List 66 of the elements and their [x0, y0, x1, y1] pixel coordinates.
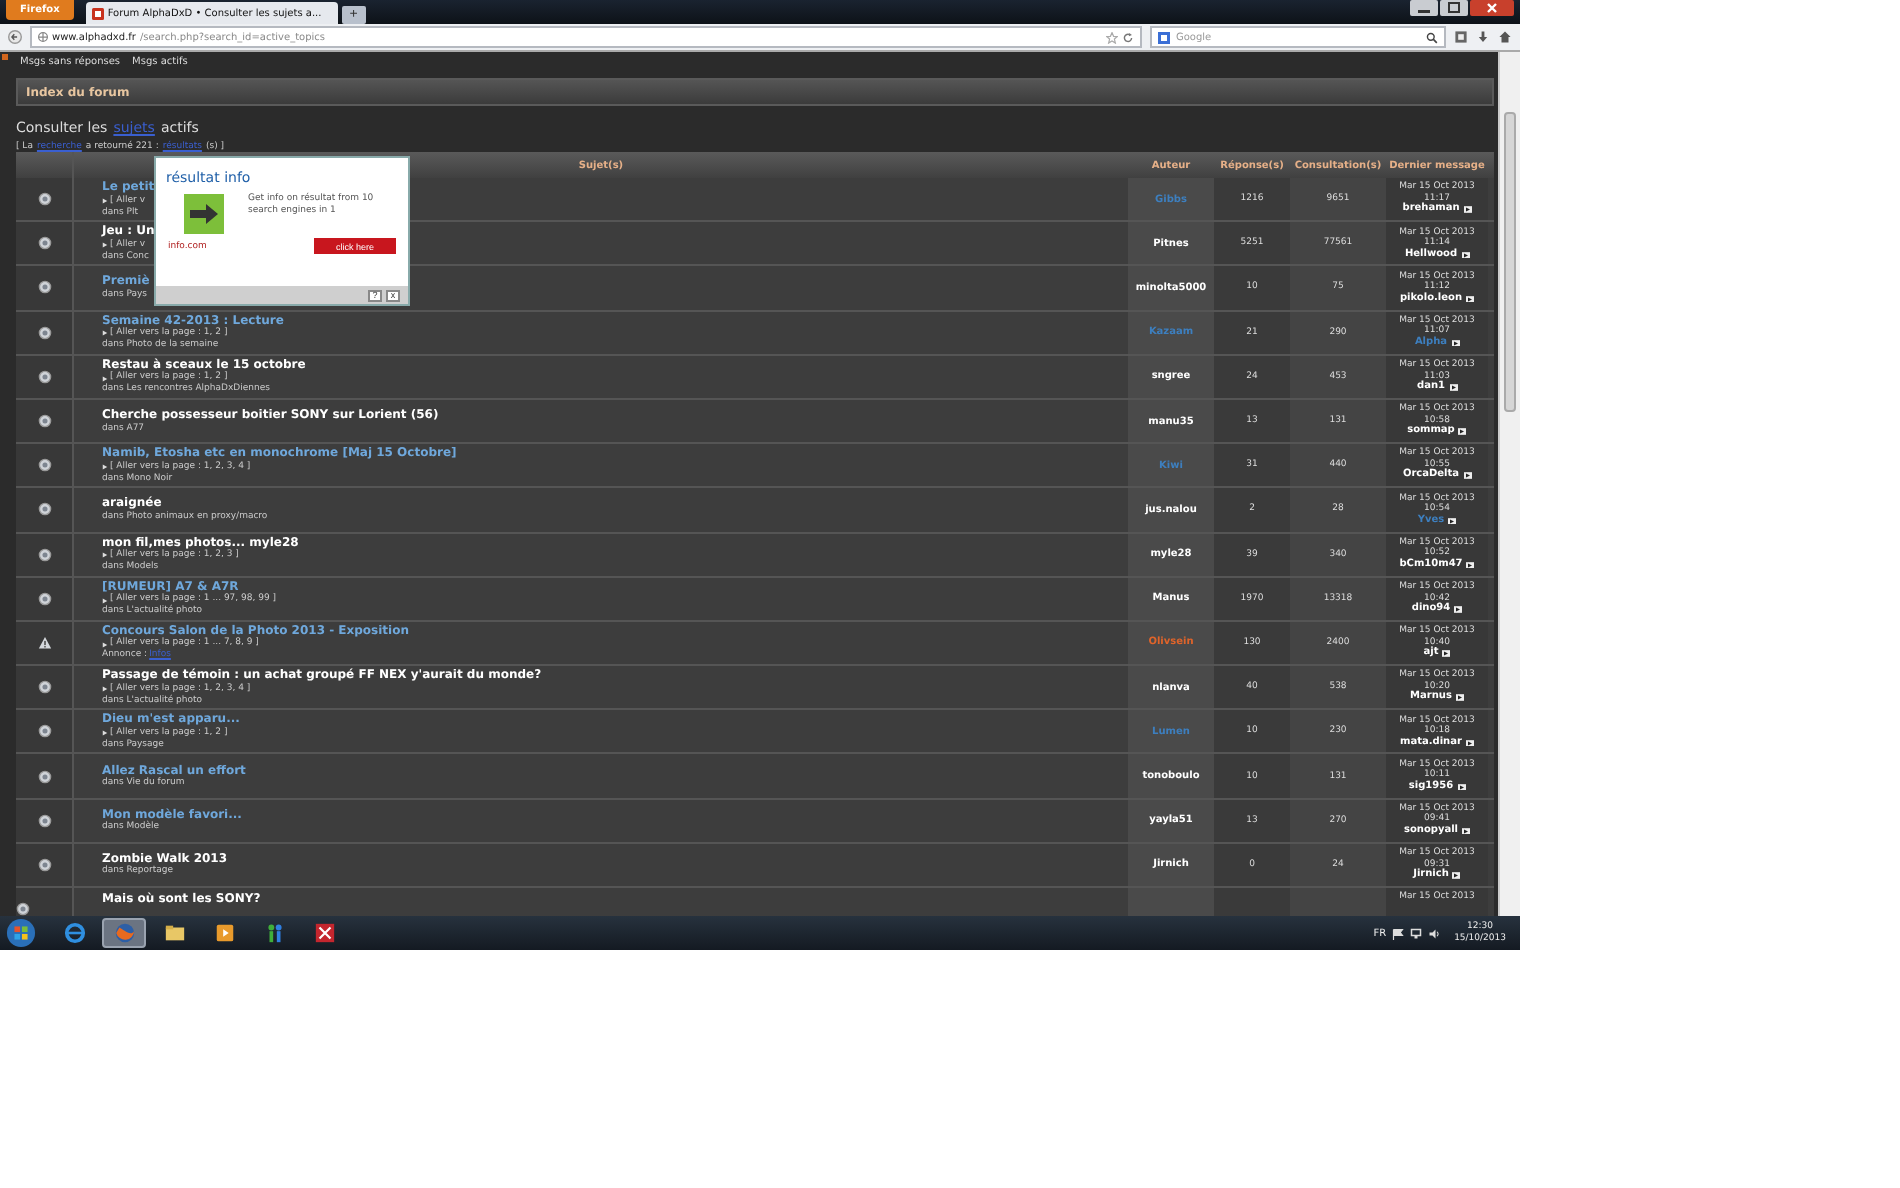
page-arrow-icon — [102, 552, 108, 559]
view-latest-post-icon[interactable] — [1458, 428, 1467, 436]
bookmarks-icon[interactable] — [1454, 30, 1468, 44]
view-latest-post-icon[interactable] — [1449, 384, 1457, 392]
home-icon[interactable] — [1498, 30, 1512, 44]
topic-icon — [37, 591, 51, 606]
site-favicon-icon — [91, 7, 104, 19]
maximize-icon[interactable] — [1440, 0, 1468, 16]
topic-icon — [37, 414, 51, 429]
back-icon[interactable] — [8, 30, 22, 44]
browser-e-icon — [63, 922, 85, 944]
view-latest-post-icon[interactable] — [1457, 783, 1466, 791]
topic-icon — [37, 724, 51, 739]
flag-icon[interactable] — [1392, 927, 1405, 939]
topic-icon — [37, 458, 51, 473]
network-icon[interactable] — [1410, 927, 1423, 939]
search-icon[interactable] — [1426, 31, 1438, 43]
view-latest-post-icon[interactable] — [1466, 295, 1475, 303]
topic-icon — [37, 502, 51, 517]
topic-icon — [37, 325, 51, 340]
topic-icon — [37, 236, 51, 251]
topic-icon — [37, 813, 51, 828]
page-arrow-icon — [102, 375, 108, 382]
view-latest-post-icon[interactable] — [1466, 561, 1475, 569]
view-latest-post-icon[interactable] — [1463, 206, 1472, 214]
page-arrow-icon — [102, 197, 108, 204]
minimize-icon[interactable] — [1410, 0, 1438, 16]
page-arrow-icon — [102, 242, 108, 249]
view-latest-post-icon[interactable] — [1461, 251, 1470, 259]
download-icon[interactable] — [1476, 30, 1490, 44]
topic-icon — [37, 192, 51, 207]
page-arrow-icon — [102, 730, 108, 737]
play-icon — [213, 922, 235, 944]
view-latest-post-icon[interactable] — [1465, 739, 1474, 747]
view-latest-post-icon[interactable] — [1452, 872, 1461, 880]
reload-icon[interactable] — [1122, 31, 1134, 43]
view-latest-post-icon[interactable] — [1442, 650, 1451, 658]
topic-icon — [37, 769, 51, 784]
page-arrow-icon — [102, 597, 108, 604]
start-button-icon[interactable] — [6, 918, 36, 948]
search-engine-icon — [1158, 31, 1170, 43]
page-arrow-icon — [102, 685, 108, 692]
figures-icon — [263, 922, 285, 944]
page-arrow-icon — [102, 641, 108, 648]
view-latest-post-icon[interactable] — [1463, 472, 1472, 480]
view-latest-post-icon[interactable] — [1462, 827, 1471, 835]
view-latest-post-icon[interactable] — [1455, 694, 1464, 702]
topic-icon — [37, 680, 51, 695]
folder-icon — [163, 922, 185, 944]
topic-icon — [16, 902, 30, 916]
speaker-icon[interactable] — [1428, 927, 1441, 939]
topic-icon — [37, 857, 51, 872]
fox-globe-icon — [113, 922, 135, 944]
bookmark-star-icon[interactable] — [1106, 31, 1118, 43]
topic-icon — [37, 369, 51, 384]
page-arrow-icon — [102, 330, 108, 337]
page-arrow-icon — [102, 463, 108, 470]
view-latest-post-icon[interactable] — [1448, 517, 1457, 525]
announcement-icon — [37, 635, 51, 650]
topic-icon — [37, 280, 51, 295]
view-latest-post-icon[interactable] — [1454, 606, 1463, 614]
globe-icon — [38, 32, 48, 42]
close-icon[interactable] — [1470, 0, 1514, 16]
view-latest-post-icon[interactable] — [1451, 339, 1460, 347]
topic-icon — [37, 547, 51, 562]
scrollbar[interactable] — [1498, 52, 1520, 916]
